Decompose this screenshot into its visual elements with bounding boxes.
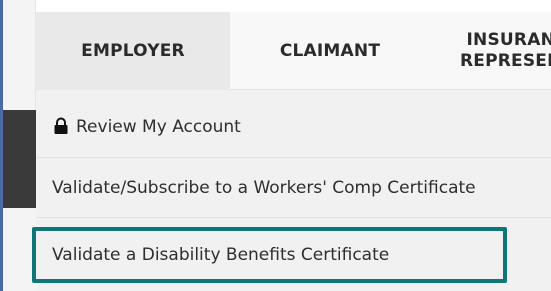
tab-insurance-label: INSURAN REPRESEN (460, 30, 551, 73)
tab-claimant-label: CLAIMANT (279, 41, 381, 61)
menu-item-label: Validate a Disability Benefits Certifica… (52, 244, 390, 265)
lock-icon (52, 117, 70, 135)
tab-employer[interactable]: EMPLOYER (36, 12, 230, 90)
menu-item-validate-workers-comp[interactable]: Validate/Subscribe to a Workers' Comp Ce… (36, 157, 551, 217)
menu-item-label: Validate/Subscribe to a Workers' Comp Ce… (52, 177, 476, 198)
left-accent-edge (0, 0, 3, 291)
menu-item-validate-disability-benefits[interactable]: Validate a Disability Benefits Certifica… (36, 217, 551, 291)
employer-menu: Review My Account Validate/Subscribe to … (36, 90, 551, 291)
left-panel-bottom (0, 208, 36, 291)
tab-insurance-representative[interactable]: INSURAN REPRESEN (430, 12, 551, 90)
menu-item-label: Review My Account (76, 116, 241, 137)
screenshot-frame: EMPLOYER CLAIMANT INSURAN REPRESEN Revie… (0, 0, 551, 291)
menu-item-review-my-account[interactable]: Review My Account (36, 96, 551, 157)
left-panel-top (0, 0, 36, 110)
audience-tabs: EMPLOYER CLAIMANT INSURAN REPRESEN (36, 12, 551, 90)
left-panel-dark (0, 110, 36, 208)
tab-insurance-label-line2: REPRESEN (460, 51, 551, 71)
tab-claimant[interactable]: CLAIMANT (230, 12, 430, 90)
tab-insurance-label-line1: INSURAN (466, 29, 551, 50)
tab-employer-label: EMPLOYER (81, 41, 185, 61)
